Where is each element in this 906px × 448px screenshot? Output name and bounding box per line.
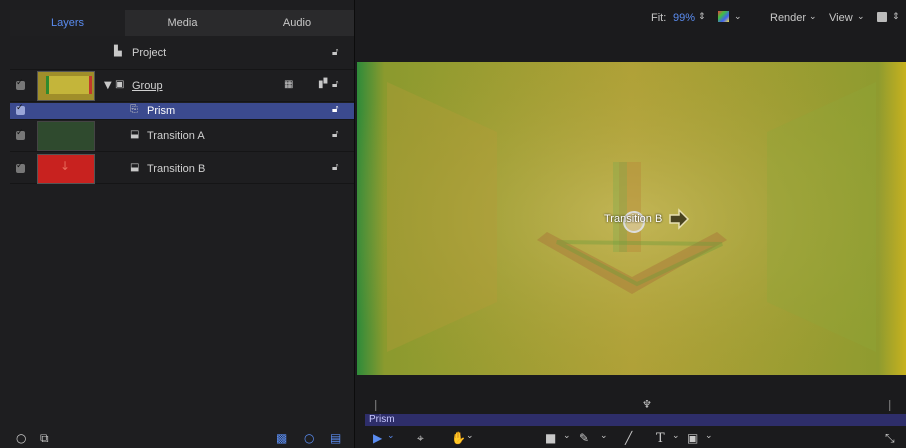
filter-view-icon[interactable]: ▤	[330, 431, 341, 445]
flag-icon: ▮▘	[318, 79, 332, 90]
view-menu[interactable]: View	[829, 12, 853, 24]
transition-a-thumbnail	[37, 121, 95, 151]
expand-icon[interactable]: ⤡	[885, 431, 895, 446]
layer-label: Transition B	[147, 163, 206, 175]
canvas-viewer[interactable]: Transition B	[357, 62, 906, 375]
out-point-icon[interactable]: ⏐	[887, 401, 893, 412]
layer-row-prism[interactable]: ⎘ Prism 🔓︎	[10, 103, 354, 120]
select-tool-icon[interactable]: ▶	[373, 431, 382, 445]
layer-row-group[interactable]: ▼ ▣ Group ▦ ▮▘ 🔓︎	[10, 70, 354, 102]
layer-label: Project	[132, 47, 167, 59]
layer-label: Transition A	[147, 130, 205, 142]
group-icon: ▣	[115, 79, 125, 90]
rectangle-tool-icon[interactable]: ■	[545, 431, 556, 445]
tab-media[interactable]: Media	[125, 10, 240, 36]
chevron-down-icon[interactable]: ⌄	[672, 431, 680, 441]
mask-tool-icon[interactable]: ▣	[687, 431, 698, 445]
layer-row-transition-a[interactable]: ⬓ Transition A 🔓︎	[10, 120, 354, 152]
in-point-icon[interactable]: ⏐	[373, 401, 379, 412]
search-icon[interactable]: ○	[16, 431, 26, 445]
layout-icon[interactable]	[877, 12, 887, 22]
fit-label: Fit:	[651, 12, 667, 24]
layer-row-project[interactable]: ▙ Project 🔓︎	[10, 38, 354, 70]
filter-icon: ⎘	[130, 104, 138, 115]
layers-bottom-toolbar: ○ ⧉ ▩ ○ ▤	[0, 428, 354, 448]
timeline-clip[interactable]: Prism	[365, 414, 906, 426]
tab-audio[interactable]: Audio	[240, 10, 354, 36]
bezier-tool-icon[interactable]: ✎	[579, 431, 589, 445]
hand-tool-icon[interactable]: ✋	[451, 431, 466, 445]
tool-bar: ▶ ⌄ ⌖ ✋ ⌄ ■ ⌄ ✎ ⌄ ╱ T ⌄ ▣ ⌄ ⤡	[355, 428, 906, 448]
mask-view-icon[interactable]: ○	[304, 431, 314, 445]
layer-row-transition-b[interactable]: ↓ ⬓ Transition B 🔓︎	[10, 152, 354, 184]
panel-tabs: Layers Media Audio	[10, 10, 354, 36]
drop-zone-icon: ⬓	[130, 162, 140, 173]
chevron-down-icon[interactable]: ⌄	[705, 431, 713, 441]
disclosure-triangle-icon[interactable]: ▼	[104, 80, 112, 91]
canvas-toolbar: Fit: 99% ⇕ ⌄ Render ⌄ View ⌄ ⇕	[355, 0, 906, 38]
fit-zoom-value[interactable]: 99%	[673, 12, 695, 24]
drop-zone-icon: ⬓	[130, 129, 140, 140]
text-tool-icon[interactable]: T	[656, 431, 665, 446]
canvas-object-label: Transition B	[604, 213, 663, 225]
chevron-down-icon[interactable]: ⌄	[857, 12, 865, 22]
clip-label: Prism	[369, 414, 395, 425]
chevron-down-icon[interactable]: ⌄	[734, 12, 742, 22]
thumbnail-view-icon[interactable]: ▩	[276, 431, 287, 445]
arrow-handle-icon[interactable]	[668, 208, 690, 230]
group-checkbox[interactable]	[16, 78, 25, 90]
paint-stroke-tool-icon[interactable]: ╱	[625, 431, 632, 445]
chevron-down-icon[interactable]: ⌄	[466, 431, 474, 441]
transition-b-checkbox[interactable]	[16, 161, 25, 173]
layer-label: Prism	[147, 105, 176, 117]
transition-a-checkbox[interactable]	[16, 128, 25, 140]
orbit-tool-icon[interactable]: ⌖	[417, 431, 424, 446]
lock-icon[interactable]: 🔓︎	[332, 162, 338, 173]
lock-icon[interactable]: 🔓︎	[332, 47, 338, 58]
mini-timeline[interactable]: ⏐ ♆ ⏐ Prism	[355, 398, 906, 428]
lock-icon[interactable]: 🔓︎	[332, 79, 338, 90]
chevron-down-icon[interactable]: ⌄	[600, 431, 608, 441]
tab-layers[interactable]: Layers	[10, 10, 125, 36]
render-menu[interactable]: Render	[770, 12, 806, 24]
layers-panel: Layers Media Audio ▙ Project 🔓︎ ▼ ▣ Grou…	[0, 0, 355, 448]
group-thumbnail	[37, 71, 95, 101]
chevron-down-icon[interactable]: ⌄	[387, 431, 395, 441]
transition-b-thumbnail: ↓	[37, 154, 95, 184]
layer-label: Group	[132, 80, 163, 92]
chevron-down-icon[interactable]: ⌄	[809, 12, 817, 22]
prism-checkbox[interactable]	[16, 103, 25, 115]
new-group-icon[interactable]: ⧉	[40, 431, 49, 446]
document-icon: ▙	[114, 46, 122, 57]
stepper-icon[interactable]: ⇕	[892, 12, 900, 22]
isolate-icon[interactable]: ▦	[284, 79, 293, 90]
chevron-down-icon[interactable]: ⌄	[563, 431, 571, 441]
lock-icon[interactable]: 🔓︎	[332, 129, 338, 140]
playhead-icon[interactable]: ♆	[642, 398, 652, 411]
lock-icon[interactable]: 🔓︎	[332, 104, 338, 115]
stepper-icon[interactable]: ⇕	[698, 12, 706, 22]
color-channels-icon[interactable]	[718, 11, 729, 22]
